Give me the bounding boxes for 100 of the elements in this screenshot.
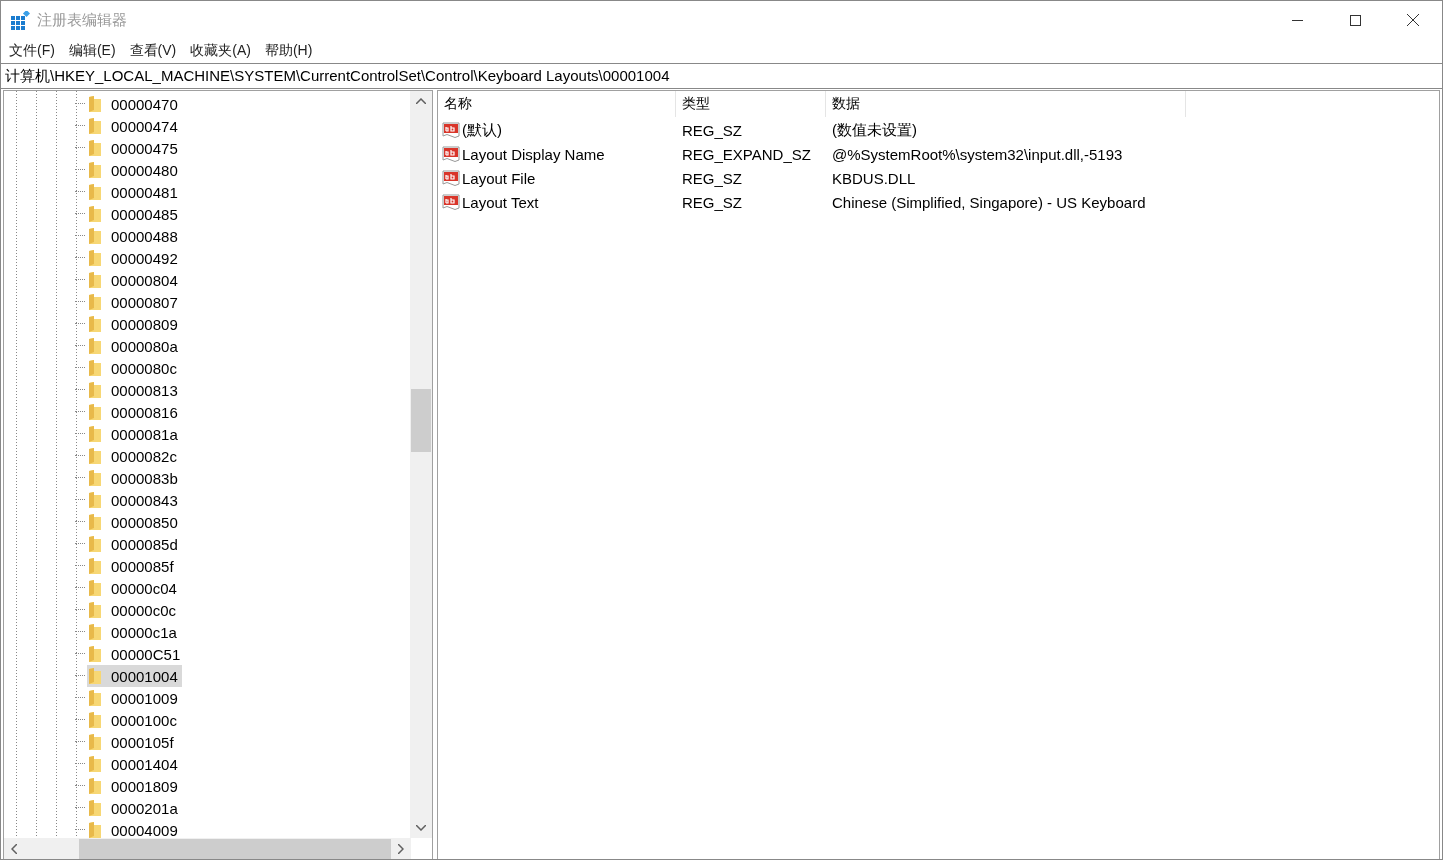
tree-item[interactable]: 0000080a <box>87 335 182 357</box>
tree-item[interactable]: 0000081a <box>87 423 182 445</box>
value-data: Chinese (Simplified, Singapore) - US Keyboard <box>832 193 1146 211</box>
tree-item[interactable]: 00000804 <box>87 269 182 291</box>
menu-item[interactable]: 收藏夹(A) <box>183 42 258 60</box>
value-data: KBDUS.DLL <box>832 169 916 187</box>
registry-app-icon <box>11 10 30 30</box>
tree-item[interactable]: 00000843 <box>87 489 182 511</box>
value-name[interactable]: Layout Text <box>462 193 539 211</box>
folder-icon <box>89 96 101 112</box>
scrollbar-thumb[interactable] <box>78 838 392 859</box>
tree-item[interactable]: 00000475 <box>87 137 182 159</box>
folder-icon <box>89 272 101 288</box>
tree-item[interactable]: 00000813 <box>87 379 182 401</box>
tree-item[interactable]: 00000470 <box>87 93 182 115</box>
string-value-icon <box>442 193 460 211</box>
folder-icon <box>89 294 101 310</box>
tree-item[interactable]: 00004009 <box>87 819 182 838</box>
tree-item[interactable]: 00001009 <box>87 687 182 709</box>
maximize-icon <box>1349 14 1361 26</box>
value-type: REG_SZ <box>682 169 742 187</box>
value-type: REG_SZ <box>682 193 742 211</box>
tree-item[interactable]: 0000082c <box>87 445 181 467</box>
folder-icon <box>89 118 101 134</box>
tree-item[interactable]: 00000488 <box>87 225 182 247</box>
folder-icon <box>89 734 101 750</box>
tree-item[interactable]: 0000085d <box>87 533 182 555</box>
value-data: @%SystemRoot%\system32\input.dll,-5193 <box>832 145 1123 163</box>
folder-icon <box>89 404 101 420</box>
tree-item[interactable]: 00000492 <box>87 247 182 269</box>
folder-icon <box>89 690 101 706</box>
folder-icon <box>89 448 101 464</box>
folder-icon <box>89 624 101 640</box>
value-name[interactable]: Layout Display Name <box>462 145 605 163</box>
tree-item[interactable]: 00001004 <box>87 665 182 687</box>
menu-item[interactable]: 编辑(E) <box>61 42 123 60</box>
folder-icon <box>89 316 101 332</box>
minimize-icon <box>1291 19 1303 21</box>
tree-item[interactable]: 0000083b <box>87 467 182 489</box>
value-type: REG_EXPAND_SZ <box>682 145 811 163</box>
folder-icon <box>89 822 101 838</box>
string-value-icon <box>442 121 460 139</box>
folder-icon <box>89 470 101 486</box>
folder-icon <box>89 162 101 178</box>
tree-item[interactable]: 0000085f <box>87 555 178 577</box>
folder-icon <box>89 602 101 618</box>
folder-icon <box>89 492 101 508</box>
menu-item[interactable]: 查看(V) <box>122 42 184 60</box>
tree-item[interactable]: 00000480 <box>87 159 182 181</box>
column-header[interactable]: 数据 <box>826 91 1186 117</box>
folder-icon <box>89 756 101 772</box>
folder-icon <box>89 580 101 596</box>
folder-icon <box>89 250 101 266</box>
folder-icon <box>89 514 101 530</box>
value-type: REG_SZ <box>682 121 742 139</box>
folder-icon <box>89 668 101 684</box>
tree-item[interactable]: 00001404 <box>87 753 182 775</box>
folder-icon <box>89 778 101 794</box>
tree-item[interactable]: 00000474 <box>87 115 182 137</box>
folder-icon <box>89 800 101 816</box>
tree-item[interactable]: 00000c0c <box>87 599 181 621</box>
folder-icon <box>89 558 101 574</box>
close-icon <box>1407 14 1419 26</box>
string-value-icon <box>442 169 460 187</box>
menu-item[interactable]: 文件(F) <box>2 42 62 60</box>
folder-icon <box>89 536 101 552</box>
tree-item[interactable]: 00000850 <box>87 511 182 533</box>
tree-item[interactable]: 00000C51 <box>87 643 185 665</box>
tree-item[interactable]: 00000816 <box>87 401 182 423</box>
window-title: 注册表编辑器 <box>37 10 127 30</box>
string-value-icon <box>442 145 460 163</box>
menu-item[interactable]: 帮助(H) <box>257 42 320 60</box>
folder-icon <box>89 206 101 222</box>
tree-item[interactable]: 0000080c <box>87 357 181 379</box>
column-header[interactable]: 类型 <box>676 91 826 117</box>
tree-item[interactable]: 0000105f <box>87 731 178 753</box>
value-name[interactable]: (默认) <box>462 120 502 140</box>
tree-item[interactable]: 00000809 <box>87 313 182 335</box>
column-header[interactable]: 名称 <box>438 91 676 117</box>
folder-icon <box>89 426 101 442</box>
tree-item[interactable]: 00000c04 <box>87 577 181 599</box>
folder-icon <box>89 140 101 156</box>
tree-item[interactable]: 00000481 <box>87 181 182 203</box>
value-name[interactable]: Layout File <box>462 169 536 187</box>
tree-item[interactable]: 00000485 <box>87 203 182 225</box>
address-field[interactable]: 计算机\HKEY_LOCAL_MACHINE\SYSTEM\CurrentControlSet\Control\Keyboard Layouts\00001004 <box>1 63 1442 89</box>
value-data: (数值未设置) <box>832 120 917 138</box>
folder-icon <box>89 338 101 354</box>
folder-icon <box>89 184 101 200</box>
tree-item[interactable]: 0000100c <box>87 709 181 731</box>
tree-item[interactable]: 00001809 <box>87 775 182 797</box>
folder-icon <box>89 382 101 398</box>
tree-item[interactable]: 00000807 <box>87 291 182 313</box>
folder-icon <box>89 360 101 376</box>
tree-item[interactable]: 00000c1a <box>87 621 181 643</box>
folder-icon <box>89 712 101 728</box>
scrollbar-thumb[interactable] <box>411 389 431 452</box>
tree-item[interactable]: 0000201a <box>87 797 182 819</box>
folder-icon <box>89 646 101 662</box>
folder-icon <box>89 228 101 244</box>
